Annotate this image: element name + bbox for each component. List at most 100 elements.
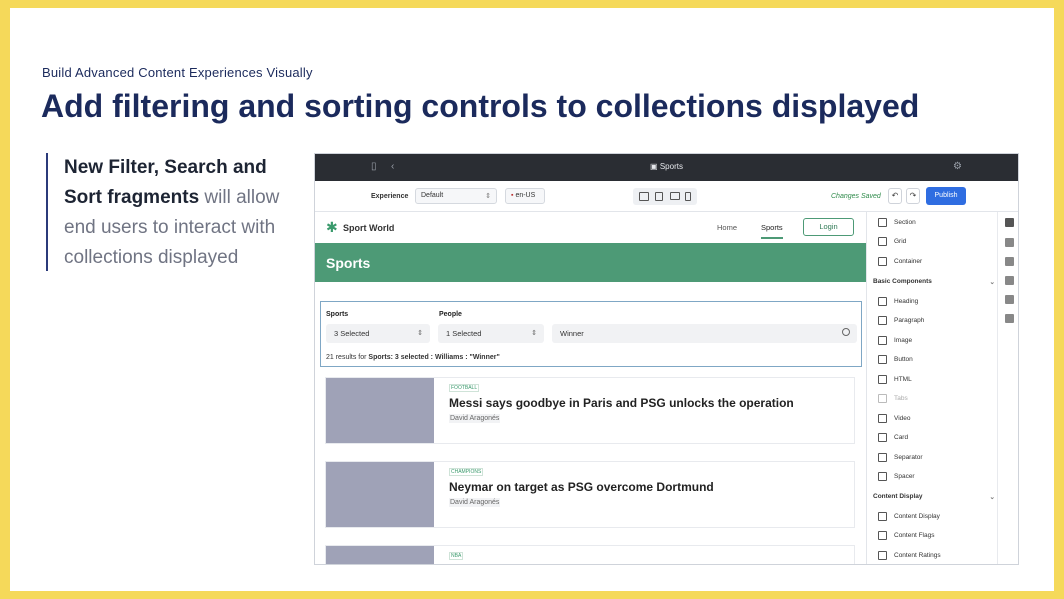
chevron-updown-icon: ⇕ [417, 330, 423, 337]
widgets-tab-icon[interactable] [1005, 238, 1014, 247]
article-tag: NBA [449, 552, 464, 560]
article-card[interactable]: NBA [325, 545, 855, 564]
fragment-label: Paragraph [894, 317, 925, 324]
article-thumbnail[interactable] [326, 462, 434, 527]
saved-status: Changes Saved [831, 193, 881, 200]
flag-icon [878, 531, 887, 540]
content-display-header[interactable]: Content Display ⌄ [873, 493, 995, 501]
hero-banner: Sports [315, 243, 866, 282]
sports-filter-select[interactable]: 3 Selected ⇕ [326, 324, 430, 343]
experience-select[interactable]: Default ⇕ [415, 188, 497, 204]
experience-label: Experience [371, 193, 409, 200]
separator-icon [878, 453, 887, 462]
chevron-down-icon[interactable]: ⌄ [990, 493, 995, 501]
nav-home[interactable]: Home [717, 223, 737, 232]
chevron-updown-icon: ⇕ [531, 330, 537, 337]
fragment-label: Grid [894, 238, 907, 245]
button-icon [878, 355, 887, 364]
fragment-label: Tabs [894, 395, 908, 402]
fragment-label: Content Flags [894, 532, 935, 539]
fragment-label: Separator [894, 454, 923, 461]
editor-screenshot: ▯ ‹ ▣ Sports ⚙ Experience Default ⇕ ▪ en-… [314, 153, 1019, 565]
undo-button[interactable]: ↶ [888, 188, 902, 204]
people-filter-select[interactable]: 1 Selected ⇕ [438, 324, 544, 343]
desktop-icon[interactable] [639, 192, 649, 201]
article-thumbnail[interactable] [326, 546, 434, 564]
fragment-label: Section [894, 219, 916, 226]
people-filter-value: 1 Selected [446, 329, 482, 338]
chevron-updown-icon: ⇕ [485, 193, 491, 200]
sports-filter-label: Sports [326, 311, 349, 318]
article-title[interactable]: Messi says goodbye in Paris and PSG unlo… [449, 396, 794, 410]
filter-bar: Sports 3 Selected ⇕ People 1 Selected ⇕ Wi… [320, 301, 862, 367]
site-navbar: ✱ Sport World Home Sports Login [315, 212, 866, 242]
device-preview-group [633, 188, 697, 205]
fragment-label: Card [894, 434, 909, 441]
tablet-landscape-icon[interactable] [670, 192, 680, 200]
code-icon [878, 375, 887, 384]
article-thumbnail[interactable] [326, 378, 434, 443]
paragraph-icon [878, 316, 887, 325]
spacer-icon [878, 472, 887, 481]
gear-icon[interactable]: ⚙ [953, 161, 962, 172]
container-icon [878, 257, 887, 266]
video-icon [878, 414, 887, 423]
mobile-icon[interactable] [685, 192, 691, 201]
fragment-label: Image [894, 337, 913, 344]
search-input[interactable]: Winner [552, 324, 857, 343]
content-display-icon [878, 512, 887, 521]
login-button[interactable]: Login [803, 218, 854, 236]
image-icon [878, 336, 887, 345]
fragment-label: Content Display [894, 513, 940, 520]
chevron-down-icon[interactable]: ⌄ [990, 278, 995, 286]
results-summary: 21 results for Sports: 3 selected : Will… [326, 354, 500, 361]
experience-value: Default [421, 192, 444, 199]
article-tag: FOOTBALL [449, 384, 480, 392]
article-tag: CHAMPIONS [449, 468, 484, 476]
article-card[interactable]: FOOTBALL Messi says goodbye in Paris and… [325, 377, 855, 444]
nav-sports[interactable]: Sports [761, 223, 783, 239]
slide-eyebrow: Build Advanced Content Experiences Visua… [42, 65, 313, 80]
page-title: ▣ Sports [315, 162, 1018, 171]
fragment-label: Content Ratings [894, 552, 941, 559]
slide-bullet: New Filter, Search and Sort fragments wi… [46, 153, 286, 271]
star-logo-icon: ✱ [326, 219, 338, 235]
editor-toolbar: Experience Default ⇕ ▪ en-US Changes Save… [315, 181, 1018, 212]
sports-filter-value: 3 Selected [334, 329, 370, 338]
editor-topbar: ▯ ‹ ▣ Sports ⚙ [315, 154, 1018, 181]
panel-side-rail [997, 212, 1018, 564]
fragments-panel: Section Grid Container Basic Components ⌄… [867, 212, 1018, 564]
publish-button[interactable]: Publish [926, 187, 966, 205]
locale-value: en-US [515, 192, 536, 199]
card-icon [878, 433, 887, 442]
site-brand[interactable]: Sport World [343, 223, 394, 233]
basic-components-header[interactable]: Basic Components ⌄ [873, 278, 995, 286]
page-title-text: Sports [659, 162, 683, 171]
section-header-text: Content Display [873, 493, 923, 500]
fragments-tab-icon[interactable] [1005, 218, 1014, 227]
people-filter-label: People [439, 311, 462, 318]
section-icon [878, 218, 887, 227]
results-prefix: 21 results for [326, 354, 369, 361]
rating-icon [878, 551, 887, 560]
comments-icon[interactable] [1005, 295, 1014, 304]
search-value: Winner [560, 329, 584, 338]
redo-button[interactable]: ↷ [906, 188, 920, 204]
grid-icon [878, 237, 887, 246]
article-card[interactable]: CHAMPIONS Neymar on target as PSG overco… [325, 461, 855, 528]
tablet-icon[interactable] [655, 192, 663, 201]
fragment-label: Spacer [894, 473, 915, 480]
article-author: David Aragonés [449, 414, 501, 423]
heading-icon [878, 297, 887, 306]
search-icon[interactable] [842, 328, 850, 336]
article-title[interactable]: Neymar on target as PSG overcome Dortmun… [449, 480, 714, 494]
fragment-label: Video [894, 415, 911, 422]
fragment-label: HTML [894, 376, 912, 383]
list-tab-icon[interactable] [1005, 257, 1014, 266]
locale-select[interactable]: ▪ en-US [505, 188, 545, 204]
slide: Build Advanced Content Experiences Visua… [10, 8, 1054, 591]
paint-roller-icon[interactable] [1005, 314, 1014, 323]
tabs-icon [878, 394, 887, 403]
lightning-icon[interactable] [1005, 276, 1014, 285]
page-icon: ▣ [650, 162, 660, 171]
